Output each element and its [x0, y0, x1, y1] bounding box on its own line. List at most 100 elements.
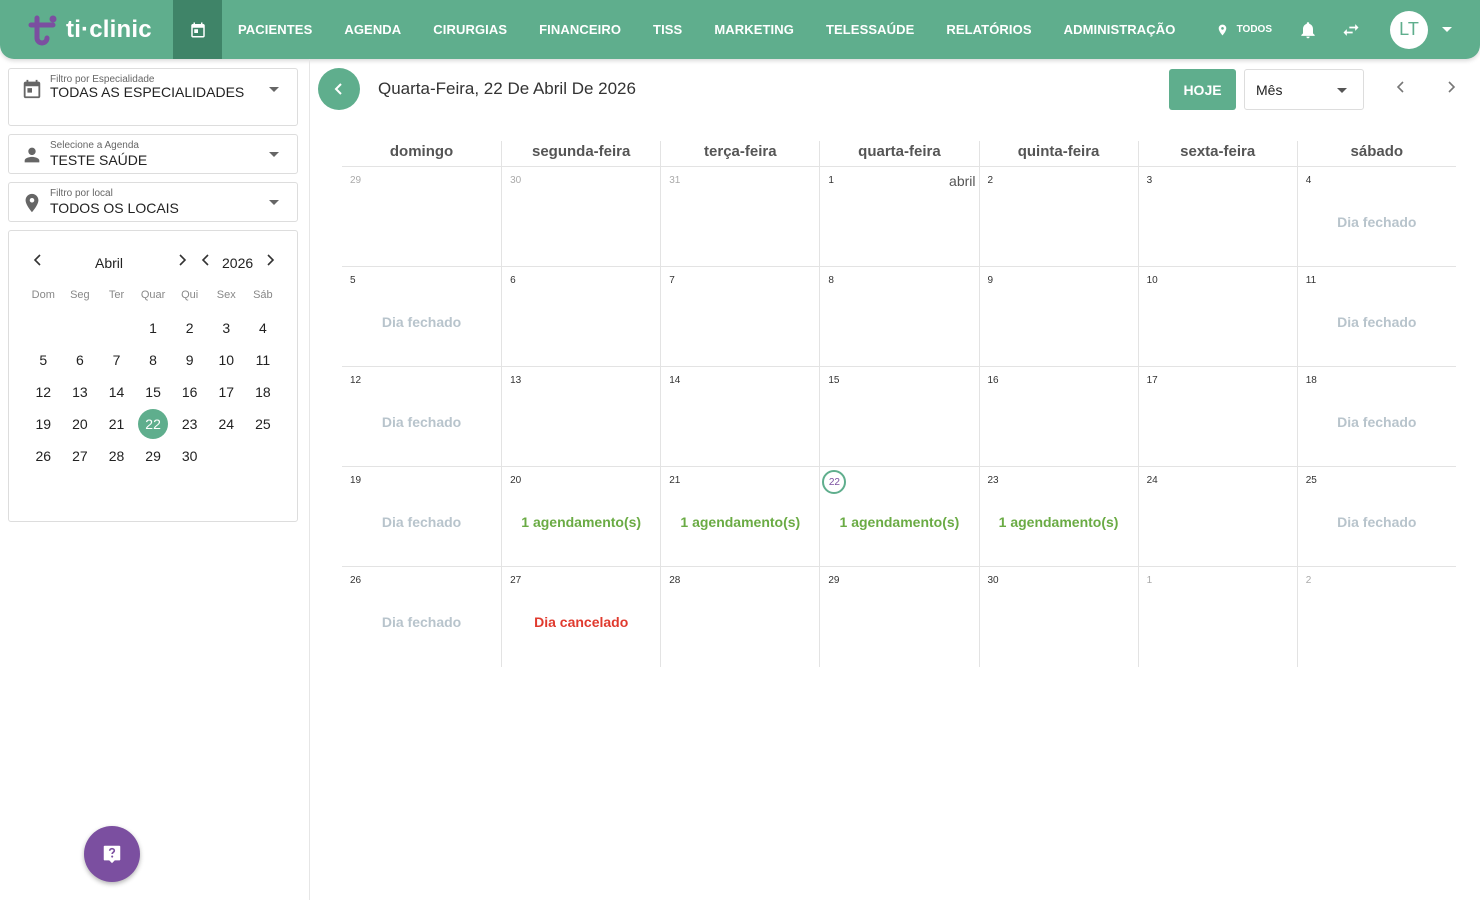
day-cell[interactable]: 24	[1137, 467, 1297, 567]
mini-calendar-day[interactable]: 20	[62, 408, 99, 440]
prev-year-button[interactable]	[201, 253, 211, 270]
mini-calendar-day[interactable]: 25	[245, 408, 282, 440]
mini-calendar-day[interactable]: 15	[135, 376, 172, 408]
day-cell[interactable]: 23 1 agendamento(s)	[978, 467, 1138, 567]
day-cell[interactable]: 29	[342, 167, 502, 267]
day-cell[interactable]: 11 Dia fechado	[1296, 267, 1456, 367]
day-cell[interactable]: 22 1 agendamento(s)	[819, 467, 979, 567]
specialty-filter[interactable]: Filtro por Especialidade TODAS AS ESPECI…	[8, 68, 298, 126]
day-cell[interactable]: 3	[1137, 167, 1297, 267]
next-month-button[interactable]	[177, 253, 187, 270]
day-cell[interactable]: 19 Dia fechado	[342, 467, 502, 567]
nav-item-financeiro[interactable]: FINANCEIRO	[539, 22, 621, 37]
day-cell[interactable]: 31	[660, 167, 820, 267]
day-cell[interactable]: 30	[501, 167, 661, 267]
day-cell[interactable]: 20 1 agendamento(s)	[501, 467, 661, 567]
mini-calendar-day[interactable]: 27	[62, 440, 99, 472]
next-year-button[interactable]	[265, 253, 275, 270]
day-cell[interactable]: 5 Dia fechado	[342, 267, 502, 367]
view-select-value: Mês	[1256, 82, 1283, 98]
notifications-button[interactable]	[1298, 19, 1318, 41]
day-cell[interactable]: 13	[501, 367, 661, 467]
mini-calendar-day-selected[interactable]: 22	[135, 408, 172, 440]
nav-item-tiss[interactable]: TISS	[653, 22, 682, 37]
day-cell[interactable]: 21 1 agendamento(s)	[660, 467, 820, 567]
day-cell[interactable]: 10	[1137, 267, 1297, 367]
appointments-link[interactable]: 1 agendamento(s)	[661, 514, 819, 530]
mini-calendar-day[interactable]: 26	[25, 440, 62, 472]
nav-item-pacientes[interactable]: PACIENTES	[238, 22, 312, 37]
day-cell[interactable]: 26 Dia fechado	[342, 567, 501, 667]
nav-item-relatorios[interactable]: RELATÓRIOS	[946, 22, 1031, 37]
mini-calendar-day[interactable]: 17	[208, 376, 245, 408]
mini-calendar-day[interactable]: 10	[208, 344, 245, 376]
mini-calendar-day[interactable]: 21	[98, 408, 135, 440]
day-cell[interactable]: 14	[660, 367, 820, 467]
local-filter[interactable]: Filtro por local TODOS OS LOCAIS	[8, 182, 298, 222]
next-period-button[interactable]	[1446, 79, 1456, 100]
mini-calendar-day[interactable]: 30	[171, 440, 208, 472]
day-cell[interactable]: 1	[1137, 567, 1297, 667]
mini-calendar-day[interactable]: 19	[25, 408, 62, 440]
mini-calendar-day[interactable]: 13	[62, 376, 99, 408]
mini-calendar-day[interactable]: 1	[135, 312, 172, 344]
day-cell[interactable]: 12 Dia fechado	[342, 367, 502, 467]
day-cell[interactable]: 29	[819, 567, 978, 667]
day-cell[interactable]: 18 Dia fechado	[1296, 367, 1456, 467]
back-button[interactable]	[318, 68, 360, 110]
day-cell[interactable]: 4 Dia fechado	[1296, 167, 1456, 267]
appointments-link[interactable]: 1 agendamento(s)	[980, 514, 1138, 530]
mini-calendar-day[interactable]: 28	[98, 440, 135, 472]
mini-calendar-day[interactable]: 5	[25, 344, 62, 376]
location-selector[interactable]: TODOS	[1216, 22, 1272, 38]
mini-calendar-day[interactable]: 4	[245, 312, 282, 344]
mini-calendar-day[interactable]: 23	[171, 408, 208, 440]
brand-logo[interactable]: ti·clinic	[0, 0, 173, 59]
mini-calendar-day[interactable]: 18	[245, 376, 282, 408]
mini-calendar-day[interactable]: 9	[171, 344, 208, 376]
agenda-select[interactable]: Selecione a Agenda TESTE SAÚDE	[8, 134, 298, 174]
day-cell[interactable]: 2	[1296, 567, 1456, 667]
mini-calendar-day[interactable]: 29	[135, 440, 172, 472]
mini-calendar-day[interactable]: 7	[98, 344, 135, 376]
day-cell[interactable]: 2	[978, 167, 1138, 267]
appointments-link[interactable]: 1 agendamento(s)	[502, 514, 660, 530]
appointments-link[interactable]: 1 agendamento(s)	[820, 514, 978, 530]
nav-item-administracao[interactable]: ADMINISTRAÇÃO	[1064, 22, 1176, 37]
prev-period-button[interactable]	[1396, 79, 1406, 100]
mini-calendar-day[interactable]: 8	[135, 344, 172, 376]
switch-account-button[interactable]	[1340, 20, 1362, 40]
mini-calendar-day[interactable]: 2	[171, 312, 208, 344]
day-cell[interactable]: 30	[978, 567, 1138, 667]
user-avatar[interactable]: LT	[1390, 10, 1428, 49]
day-cell[interactable]: 25 Dia fechado	[1296, 467, 1456, 567]
mini-calendar-day[interactable]: 11	[245, 344, 282, 376]
calendar-nav-button[interactable]	[173, 0, 222, 59]
day-cell[interactable]: 17	[1137, 367, 1297, 467]
day-cell[interactable]: 16	[978, 367, 1138, 467]
day-cell[interactable]: 9	[978, 267, 1138, 367]
prev-month-button[interactable]	[33, 253, 43, 270]
nav-item-marketing[interactable]: MARKETING	[714, 22, 794, 37]
day-cell[interactable]: 7	[660, 267, 820, 367]
nav-item-cirurgias[interactable]: CIRURGIAS	[433, 22, 507, 37]
mini-calendar-day[interactable]: 12	[25, 376, 62, 408]
chevron-down-icon[interactable]	[1442, 27, 1452, 32]
nav-item-telessaude[interactable]: TELESSAÚDE	[826, 22, 914, 37]
day-cell[interactable]: 1 abril	[819, 167, 979, 267]
help-button[interactable]	[84, 826, 140, 882]
mini-calendar-day[interactable]: 16	[171, 376, 208, 408]
day-cell[interactable]: 8	[819, 267, 979, 367]
mini-calendar-day[interactable]: 3	[208, 312, 245, 344]
day-cell[interactable]: 6	[501, 267, 661, 367]
mini-calendar-day[interactable]: 24	[208, 408, 245, 440]
nav-item-agenda[interactable]: AGENDA	[344, 22, 401, 37]
day-cell[interactable]: 27 Dia cancelado	[501, 567, 660, 667]
view-select[interactable]: Mês	[1244, 69, 1364, 110]
mini-calendar-day[interactable]: 14	[98, 376, 135, 408]
day-cell[interactable]: 28	[660, 567, 819, 667]
day-cell[interactable]: 15	[819, 367, 979, 467]
mini-calendar-day[interactable]: 6	[62, 344, 99, 376]
day-number: 14	[669, 375, 681, 386]
today-button[interactable]: HOJE	[1169, 69, 1236, 110]
